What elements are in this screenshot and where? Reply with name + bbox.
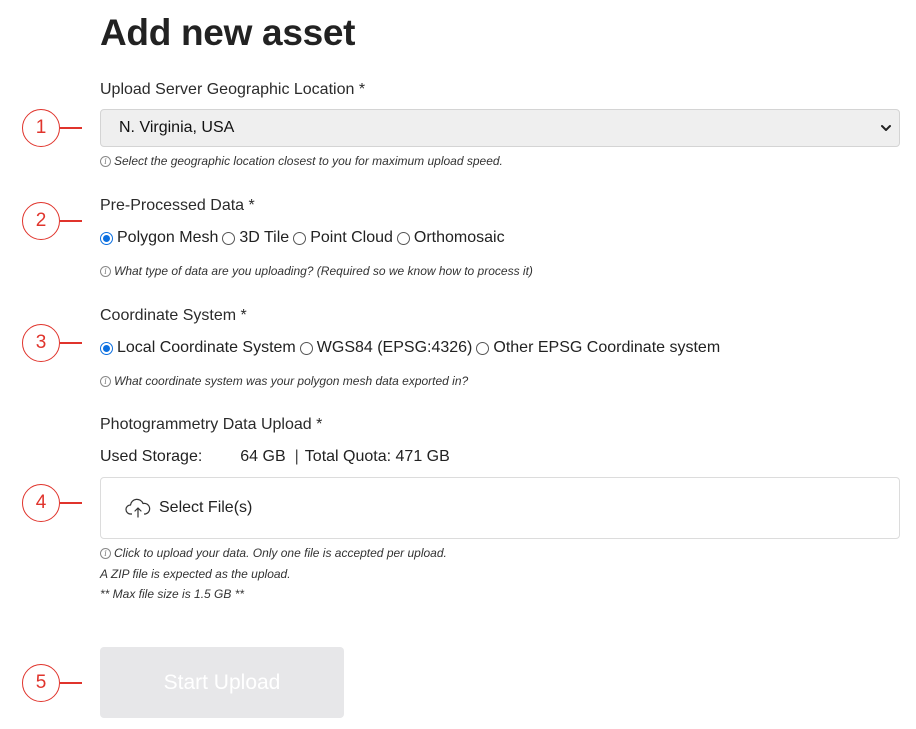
data-type-label: Pre-Processed Data * (100, 197, 255, 214)
info-icon: i (100, 547, 111, 559)
step-connector (60, 502, 82, 504)
step-marker-2: 2 (22, 202, 82, 240)
info-icon: i (100, 155, 111, 167)
radio-3d-tile[interactable]: 3D Tile (222, 229, 289, 247)
radio-other-epsg[interactable]: Other EPSG Coordinate system (476, 339, 720, 357)
step-connector (60, 220, 82, 222)
radio-button[interactable] (100, 231, 113, 245)
radio-button[interactable] (222, 231, 236, 245)
step-marker-5: 5 (22, 664, 82, 702)
radio-label: Polygon Mesh (117, 229, 219, 246)
radio-button[interactable] (396, 231, 410, 245)
coordinate-label: Coordinate System * (100, 307, 247, 324)
radio-label: 3D Tile (239, 229, 290, 246)
step-number: 4 (22, 484, 60, 522)
start-upload-button[interactable]: Start Upload (100, 647, 344, 718)
location-hint: i Select the geographic location closest… (100, 154, 503, 168)
select-files-label: Select File(s) (159, 499, 253, 516)
radio-label: Local Coordinate System (117, 339, 296, 356)
cloud-upload-icon (125, 498, 151, 518)
info-icon: i (100, 375, 111, 387)
step-marker-3: 3 (22, 324, 82, 362)
step-marker-4: 4 (22, 484, 82, 522)
radio-polygon-mesh[interactable]: Polygon Mesh (100, 229, 218, 247)
step-number: 2 (22, 202, 60, 240)
radio-point-cloud[interactable]: Point Cloud (293, 229, 393, 247)
coordinate-hint: i What coordinate system was your polygo… (100, 374, 468, 388)
data-type-hint: i What type of data are you uploading? (… (100, 264, 533, 278)
step-connector (60, 682, 82, 684)
chevron-down-icon (881, 125, 891, 131)
radio-label: Point Cloud (310, 229, 393, 246)
info-icon: i (100, 265, 111, 277)
coordinate-hint-text: What coordinate system was your polygon … (114, 374, 469, 388)
step-connector (60, 127, 82, 129)
step-number: 5 (22, 664, 60, 702)
step-connector (60, 342, 82, 344)
radio-button[interactable] (100, 341, 113, 355)
step-marker-1: 1 (22, 109, 82, 147)
upload-hint-text: Click to upload your data. Only one file… (114, 546, 447, 560)
data-type-radio-group: Polygon Mesh 3D Tile Point Cloud Orthomo… (100, 229, 509, 247)
upload-size-hint: ** Max file size is 1.5 GB ** (100, 587, 245, 601)
upload-label: Photogrammetry Data Upload * (100, 416, 323, 433)
used-storage-label: Used Storage: (100, 448, 203, 465)
file-upload-dropzone[interactable]: Select File(s) (100, 477, 900, 539)
add-asset-page: Add new asset Upload Server Geographic L… (0, 0, 916, 729)
storage-info: Used Storage: 64 GB | Total Quota: 471 G… (100, 448, 450, 466)
total-quota: Total Quota: 471 GB (304, 448, 450, 465)
location-select[interactable]: N. Virginia, USA (100, 109, 900, 147)
radio-orthomosaic[interactable]: Orthomosaic (396, 229, 505, 247)
radio-button[interactable] (299, 341, 313, 355)
used-storage-value: 64 GB (240, 448, 286, 465)
page-title: Add new asset (100, 12, 356, 53)
radio-label: Orthomosaic (413, 229, 505, 246)
radio-button[interactable] (476, 341, 490, 355)
radio-label: Other EPSG Coordinate system (493, 339, 721, 356)
radio-local-coordinate[interactable]: Local Coordinate System (100, 339, 296, 357)
step-number: 3 (22, 324, 60, 362)
upload-hint: i Click to upload your data. Only one fi… (100, 546, 447, 560)
step-number: 1 (22, 109, 60, 147)
storage-separator: | (294, 448, 299, 465)
radio-label: WGS84 (EPSG:4326) (316, 339, 473, 356)
radio-button[interactable] (293, 231, 307, 245)
location-label: Upload Server Geographic Location * (100, 81, 366, 98)
upload-zip-hint: A ZIP file is expected as the upload. (100, 567, 291, 581)
location-select-value: N. Virginia, USA (119, 119, 235, 136)
location-hint-text: Select the geographic location closest t… (114, 154, 503, 168)
data-type-hint-text: What type of data are you uploading? (Re… (114, 264, 533, 278)
radio-wgs84[interactable]: WGS84 (EPSG:4326) (299, 339, 473, 357)
coordinate-radio-group: Local Coordinate System WGS84 (EPSG:4326… (100, 339, 724, 357)
